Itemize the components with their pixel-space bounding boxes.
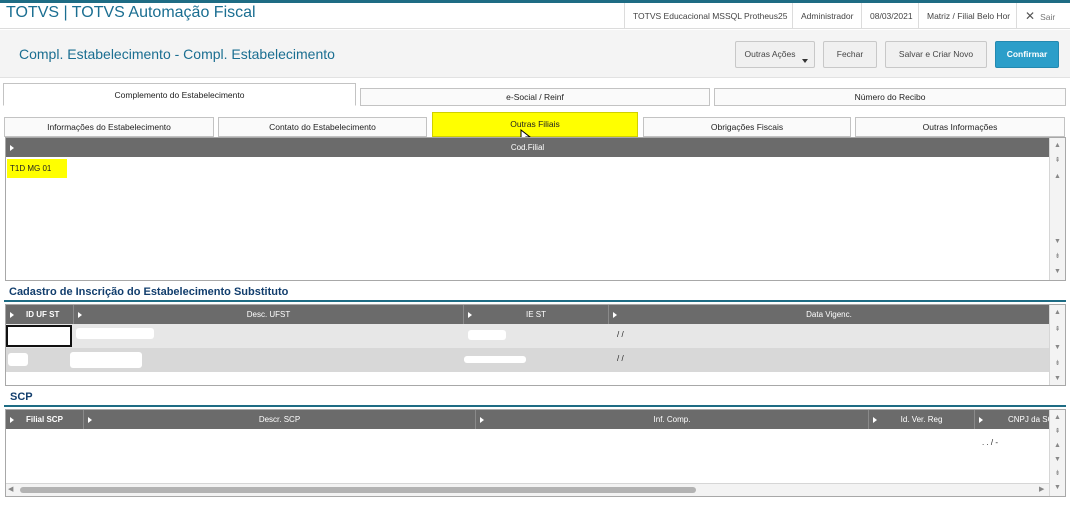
substituto-grid-header: ID UF ST Desc. UFST IE ST Data Vigenc. [6,305,1049,324]
scroll-bottom-icon[interactable]: ▼ [1050,374,1065,383]
column-filial-scp[interactable]: Filial SCP [6,410,84,429]
date-info: 08/03/2021 [861,3,921,29]
scroll-pageup-icon[interactable]: ⇞ [1050,427,1065,436]
redacted-text [464,356,526,363]
section-divider [4,405,1066,407]
redacted-text [468,330,506,340]
column-id-ver-reg[interactable]: Id. Ver. Reg [869,410,975,429]
scroll-top-icon[interactable]: ▲ [1050,413,1065,422]
column-label: ID UF ST [26,310,60,319]
tab-obrigacoes[interactable]: Obrigações Fiscais [643,117,851,137]
scroll-down-icon[interactable]: ▼ [1050,237,1065,246]
page-title: Compl. Estabelecimento - Compl. Estabele… [19,46,335,62]
redacted-text [70,352,142,368]
scroll-top-icon[interactable]: ▲ [1050,308,1065,317]
column-label: IE ST [525,310,546,319]
environment-info: TOTVS Educacional MSSQL Protheus25 [624,3,796,29]
scroll-left-icon[interactable]: ◀ [8,485,13,493]
column-cnpj-scp[interactable]: CNPJ da SC [975,410,1049,429]
redacted-text [76,328,154,339]
column-label: Desc. UFST [246,310,291,319]
other-actions-label: Outras Ações [744,49,796,59]
scroll-bottom-icon[interactable]: ▼ [1050,483,1065,492]
chevron-down-icon [802,59,808,63]
tab-numero-recibo[interactable]: Número do Recibo [714,88,1066,106]
scroll-pagedown-icon[interactable]: ⇟ [1050,359,1065,368]
column-cod-filial[interactable]: Cod.Filial [6,138,1049,157]
column-label: Data Vigenc. [806,310,852,319]
tab-esocial[interactable]: e-Social / Reinf [360,88,710,106]
section-substituto-title: Cadastro de Inscrição do Estabelecimento… [9,286,289,298]
scroll-pageup-icon[interactable]: ⇞ [1050,156,1065,165]
filiais-scrollbar[interactable]: ▲ ⇞ ▲ ▼ ⇟ ▼ [1049,138,1065,280]
sort-arrow-icon [10,312,14,318]
scroll-thumb[interactable] [20,487,696,493]
filiais-grid-header: Cod.Filial [6,138,1049,157]
close-icon: ✕ [1025,9,1036,23]
id-uf-st-cell[interactable] [6,325,72,347]
column-label: CNPJ da SC [1008,415,1049,424]
column-label: Filial SCP [26,415,63,424]
tab-outras-filiais[interactable]: Outras Filiais [432,112,638,137]
scp-grid-header: Filial SCP Descr. SCP Inf. Comp. Id. Ver… [6,410,1049,429]
column-data-vigenc[interactable]: Data Vigenc. [609,305,1049,324]
scroll-bottom-icon[interactable]: ▼ [1050,267,1065,276]
date-cell[interactable]: / / [617,330,624,339]
column-label: Descr. SCP [258,415,301,424]
scp-scrollbar[interactable]: ▲ ⇞ ▲ ▼ ⇟ ▼ [1049,410,1065,496]
substituto-grid: ID UF ST Desc. UFST IE ST Data Vigenc. /… [5,304,1066,386]
substituto-scrollbar[interactable]: ▲ ⇞ ▼ ⇟ ▼ [1049,305,1065,385]
scroll-down-icon[interactable]: ▼ [1050,343,1065,352]
tab-outras-informacoes[interactable]: Outras Informações [855,117,1065,137]
filial-cell[interactable]: T1D MG 01 [7,159,67,178]
section-scp-title: SCP [10,391,33,403]
other-actions-button[interactable]: Outras Ações [735,41,815,68]
column-label: Cod.Filial [510,143,545,152]
column-label: Inf. Comp. [653,415,691,424]
user-info: Administrador [792,3,861,29]
redacted-text [8,353,28,366]
scp-grid: Filial SCP Descr. SCP Inf. Comp. Id. Ver… [5,409,1066,497]
scp-hscrollbar[interactable]: ◀ ▶ [6,483,1049,496]
scroll-right-icon[interactable]: ▶ [1039,485,1044,493]
date-cell[interactable]: / / [617,354,624,363]
column-descr-scp[interactable]: Descr. SCP [84,410,476,429]
scroll-down-icon[interactable]: ▼ [1050,455,1065,464]
tab-contato[interactable]: Contato do Estabelecimento [218,117,427,137]
sort-arrow-icon [979,417,983,423]
column-inf-comp[interactable]: Inf. Comp. [476,410,869,429]
exit-label: Sair [1040,12,1056,22]
branch-info[interactable]: Matriz / Filial Belo Hor [918,3,1018,29]
close-button[interactable]: Fechar [823,41,877,68]
save-new-button[interactable]: Salvar e Criar Novo [885,41,987,68]
sort-arrow-icon [10,417,14,423]
column-ie-st[interactable]: IE ST [464,305,609,324]
column-id-uf-st[interactable]: ID UF ST [6,305,74,324]
scroll-top-icon[interactable]: ▲ [1050,141,1065,150]
tab-informacoes[interactable]: Informações do Estabelecimento [4,117,214,137]
confirm-button[interactable]: Confirmar [995,41,1059,68]
column-desc-ufst[interactable]: Desc. UFST [74,305,464,324]
cnpj-cell[interactable]: . . / - [982,438,998,447]
exit-button[interactable]: ✕ Sair [1016,3,1061,29]
filiais-grid: Cod.Filial T1D MG 01 ▲ ⇞ ▲ ▼ ⇟ ▼ [5,137,1066,281]
column-label: Id. Ver. Reg [900,415,943,424]
table-row[interactable]: / / [6,348,1049,372]
table-row[interactable]: / / [6,324,1049,348]
scroll-up-icon[interactable]: ▲ [1050,441,1065,450]
tab-complemento[interactable]: Complemento do Estabelecimento [3,83,356,106]
app-title: TOTVS | TOTVS Automação Fiscal [6,4,256,21]
section-divider [4,300,1066,302]
scroll-pagedown-icon[interactable]: ⇟ [1050,469,1065,478]
scroll-pagedown-icon[interactable]: ⇟ [1050,252,1065,261]
scroll-up-icon[interactable]: ▲ [1050,172,1065,181]
scroll-pageup-icon[interactable]: ⇞ [1050,325,1065,334]
